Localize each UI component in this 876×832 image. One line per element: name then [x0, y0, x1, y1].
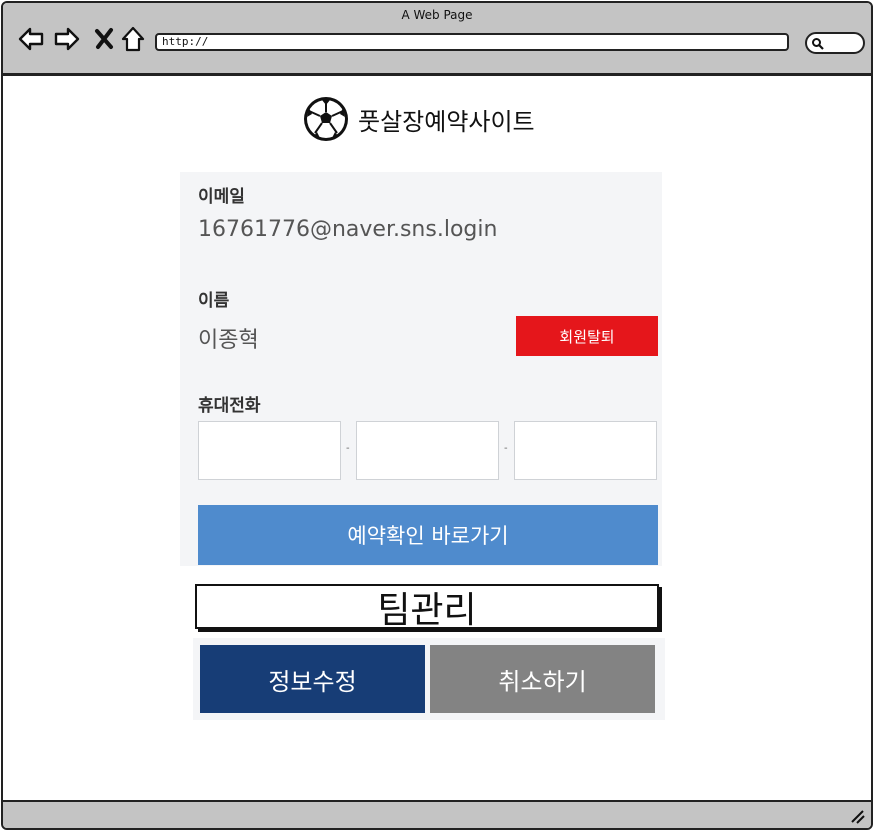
team-management-button[interactable]: 팀관리 — [195, 584, 659, 631]
phone-part-3-input[interactable] — [514, 421, 657, 480]
phone-separator: - — [346, 443, 350, 454]
phone-part-1-input[interactable] — [198, 421, 341, 480]
name-value: 이종혁 — [198, 328, 259, 353]
window-title: A Web Page — [401, 8, 473, 22]
email-label: 이메일 — [198, 187, 245, 207]
browser-search-box[interactable] — [805, 32, 865, 54]
phone-part-2-input[interactable] — [356, 421, 499, 480]
cancel-button[interactable]: 취소하기 — [430, 645, 655, 713]
browser-toolbar: A Web Page http:// — [3, 3, 871, 76]
phone-label: 휴대전화 — [198, 396, 261, 416]
resize-grip-icon[interactable] — [849, 808, 865, 824]
soccer-ball-icon — [304, 97, 348, 141]
site-title: 풋살장예약사이트 — [358, 107, 535, 136]
browser-status-bar — [3, 800, 871, 828]
close-x-icon[interactable] — [91, 25, 119, 53]
phone-separator: - — [504, 443, 508, 454]
edit-info-button[interactable]: 정보수정 — [200, 645, 425, 713]
name-label: 이름 — [198, 291, 230, 311]
back-arrow-icon[interactable] — [17, 25, 45, 53]
site-header[interactable]: 풋살장예약사이트 — [302, 94, 535, 144]
url-input[interactable]: http:// — [155, 33, 789, 51]
home-icon[interactable] — [119, 25, 147, 53]
reservation-check-button[interactable]: 예약확인 바로가기 — [198, 505, 658, 565]
forward-arrow-icon[interactable] — [53, 25, 81, 53]
withdraw-button[interactable]: 회원탈퇴 — [516, 316, 658, 356]
search-icon — [812, 38, 824, 50]
email-value: 16761776@naver.sns.login — [198, 217, 498, 242]
